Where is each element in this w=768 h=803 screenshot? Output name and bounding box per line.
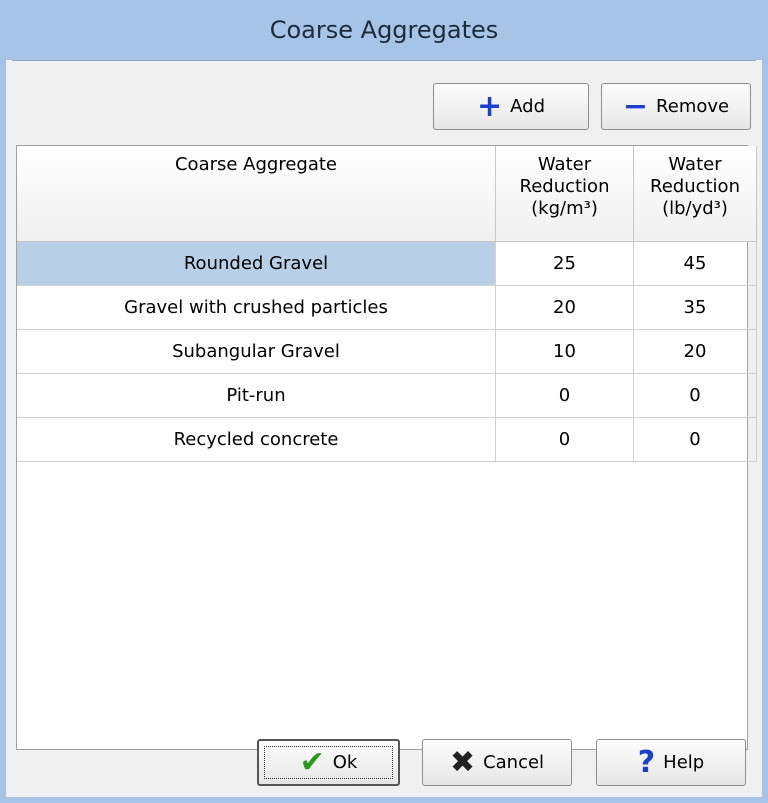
minus-icon: − [622, 88, 649, 124]
cell-kg[interactable]: 25 [495, 241, 634, 286]
cell-lb[interactable]: 45 [633, 241, 757, 286]
window-title: Coarse Aggregates [269, 16, 499, 44]
cell-kg[interactable]: 0 [495, 373, 634, 418]
help-label: Help [663, 752, 705, 773]
dialog-content: + Add − Remove Coarse Aggregate Water Re… [12, 60, 757, 792]
table-row[interactable]: Recycled concrete 0 0 [17, 417, 757, 462]
aggregates-grid[interactable]: Coarse Aggregate Water Reduction (kg/m³)… [16, 145, 757, 750]
ok-button[interactable]: ✔ Ok [257, 739, 400, 786]
remove-button[interactable]: − Remove [601, 83, 751, 130]
header-row: Coarse Aggregate Water Reduction (kg/m³)… [17, 146, 757, 242]
cancel-label: Cancel [483, 752, 545, 773]
dialog-window: Coarse Aggregates + Add − Remove Coarse … [0, 0, 768, 803]
cell-aggregate[interactable]: Rounded Gravel [17, 241, 496, 286]
cancel-button[interactable]: ✖ Cancel [422, 739, 572, 786]
add-label: Add [510, 96, 545, 117]
checkmark-icon: ✔ [299, 744, 325, 780]
table-row[interactable]: Gravel with crushed particles 20 35 [17, 285, 757, 330]
cell-kg[interactable]: 0 [495, 417, 634, 462]
aggregates-table: Coarse Aggregate Water Reduction (kg/m³)… [17, 146, 757, 462]
cell-aggregate[interactable]: Gravel with crushed particles [17, 285, 496, 330]
cell-lb[interactable]: 0 [633, 373, 757, 418]
cell-lb[interactable]: 35 [633, 285, 757, 330]
question-mark-icon: ? [637, 744, 656, 780]
table-row[interactable]: Rounded Gravel 25 45 [17, 241, 757, 286]
cell-aggregate[interactable]: Recycled concrete [17, 417, 496, 462]
cell-lb[interactable]: 0 [633, 417, 757, 462]
column-header-coarse-aggregate[interactable]: Coarse Aggregate [17, 146, 496, 242]
title-bar[interactable]: Coarse Aggregates [6, 0, 762, 60]
cell-kg[interactable]: 20 [495, 285, 634, 330]
column-header-water-reduction-lb[interactable]: Water Reduction (lb/yd³) [633, 146, 757, 242]
table-row[interactable]: Pit-run 0 0 [17, 373, 757, 418]
cell-aggregate[interactable]: Pit-run [17, 373, 496, 418]
ok-label: Ok [332, 752, 358, 773]
ok-focus-rect: ✔ Ok [264, 746, 393, 779]
column-header-water-reduction-kg[interactable]: Water Reduction (kg/m³) [495, 146, 634, 242]
cell-lb[interactable]: 20 [633, 329, 757, 374]
table-row[interactable]: Subangular Gravel 10 20 [17, 329, 757, 374]
remove-label: Remove [656, 96, 730, 117]
add-button[interactable]: + Add [433, 83, 589, 130]
close-x-icon: ✖ [449, 744, 476, 780]
cell-kg[interactable]: 10 [495, 329, 634, 374]
help-button[interactable]: ? Help [596, 739, 746, 786]
plus-icon: + [477, 88, 503, 124]
cell-aggregate[interactable]: Subangular Gravel [17, 329, 496, 374]
